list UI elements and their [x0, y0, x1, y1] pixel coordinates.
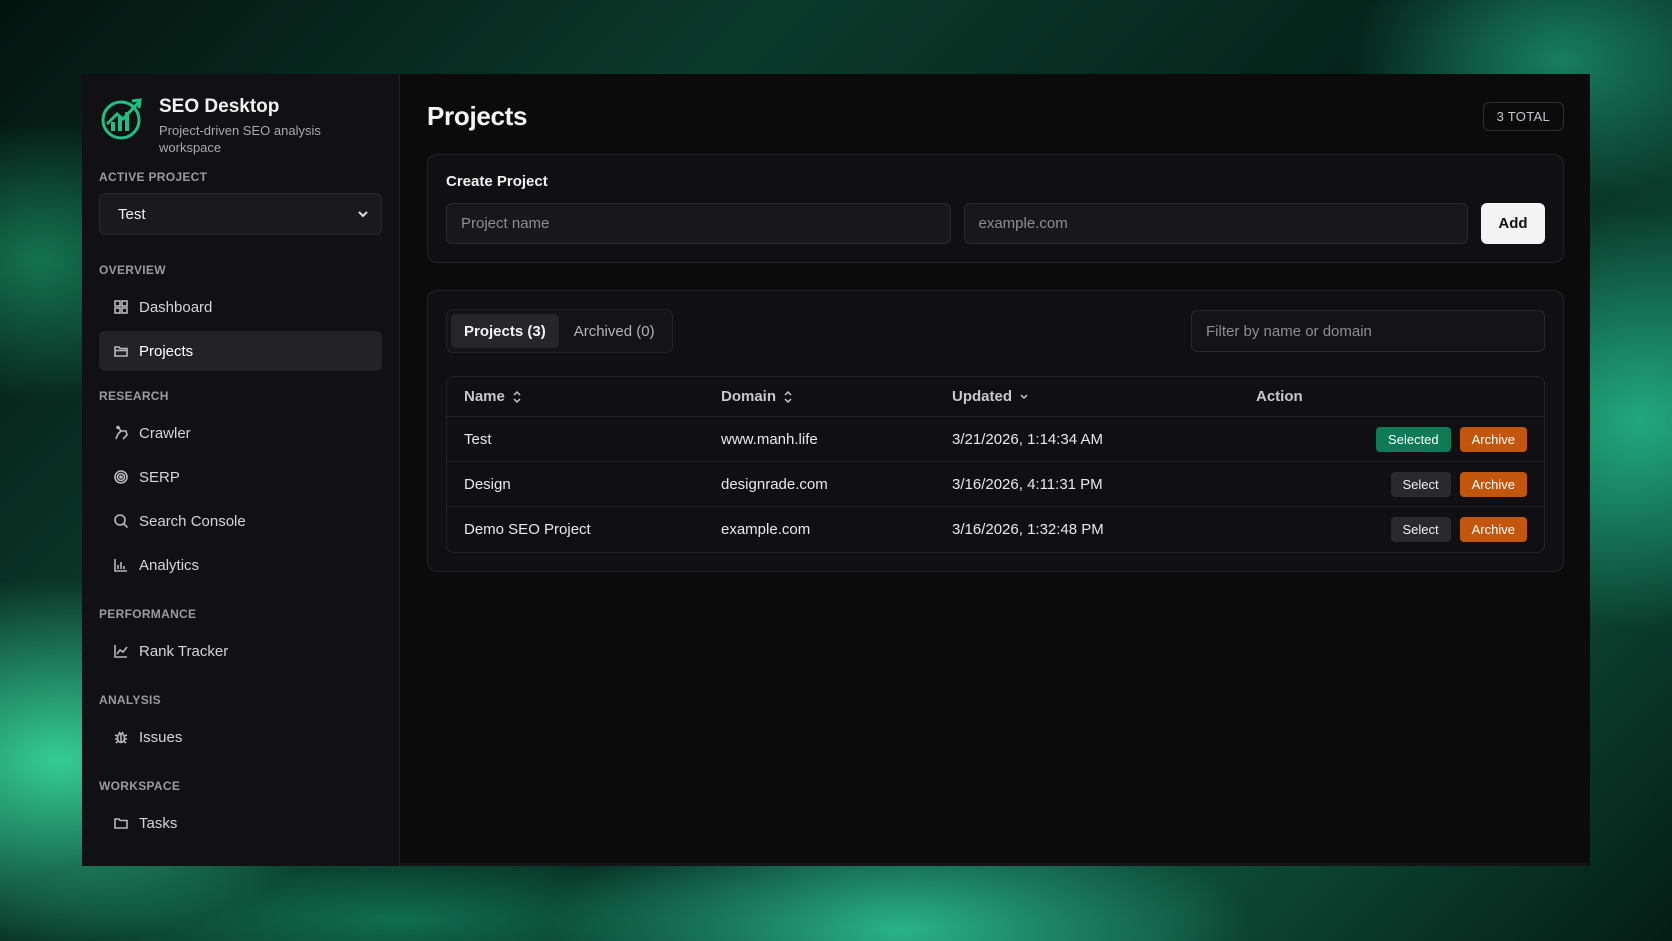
cell-domain: designrade.com — [721, 475, 828, 493]
project-name-input[interactable]: Project name — [446, 203, 951, 244]
sidebar-item-label: Projects — [139, 342, 194, 360]
horizontal-scrollbar[interactable] — [400, 863, 1590, 866]
nav-section-workspace: WORKSPACE — [99, 779, 181, 793]
sidebar-item-label: Search Console — [139, 512, 246, 530]
archive-button[interactable]: Archive — [1459, 426, 1527, 452]
cell-name: Demo SEO Project — [464, 521, 591, 538]
column-header-label: Action — [1256, 388, 1303, 405]
target-icon — [113, 469, 129, 485]
add-project-button[interactable]: Add — [1481, 203, 1545, 244]
column-header-label: Name — [464, 388, 505, 405]
sidebar-item-rank-tracker[interactable]: Rank Tracker — [99, 631, 382, 671]
nav-group-analysis: ANALYSIS Issues — [99, 693, 382, 757]
cell-name: Design — [464, 475, 511, 493]
cell-domain: www.manh.life — [721, 430, 818, 448]
list-toolbar: Projects (3) Archived (0) Filter by name… — [446, 309, 1545, 353]
cell-updated: 3/16/2026, 4:11:31 PM — [952, 475, 1103, 493]
column-header-domain[interactable]: Domain — [721, 388, 952, 405]
sidebar-item-label: SERP — [139, 468, 180, 486]
sidebar-item-label: Analytics — [139, 556, 200, 574]
tab-archived[interactable]: Archived (0) — [561, 314, 668, 348]
sort-icon — [784, 390, 792, 403]
seo-logo-icon — [101, 98, 142, 140]
crawler-icon — [113, 425, 129, 441]
nav-section-performance: PERFORMANCE — [99, 607, 197, 621]
chevron-down-icon — [1020, 393, 1028, 399]
project-tabs: Projects (3) Archived (0) — [446, 309, 673, 353]
nav-section-analysis: ANALYSIS — [99, 693, 161, 707]
projects-list-card: Projects (3) Archived (0) Filter by name… — [427, 290, 1564, 572]
sidebar-item-projects[interactable]: Projects — [99, 331, 382, 371]
sidebar-item-label: Dashboard — [139, 298, 213, 316]
table-header: Name Domain Updated Action — [447, 377, 1544, 417]
app-title: SEO Desktop — [159, 96, 280, 117]
column-header-label: Domain — [721, 388, 777, 405]
cell-updated: 3/16/2026, 1:32:48 PM — [952, 521, 1104, 538]
table-row[interactable]: Design designrade.com 3/16/2026, 4:11:31… — [447, 462, 1544, 507]
filter-input[interactable]: Filter by name or domain — [1191, 310, 1545, 352]
app-window: SEO Desktop Project-driven SEO analysis … — [82, 74, 1590, 866]
nav-group-overview: OVERVIEW Dashboard Projects — [99, 263, 382, 371]
sidebar-item-tasks[interactable]: Tasks — [99, 803, 382, 843]
app-subtitle: Project-driven SEO analysis workspace — [159, 123, 321, 155]
sidebar-item-label: Rank Tracker — [139, 642, 229, 660]
cell-updated: 3/21/2026, 1:14:34 AM — [952, 430, 1103, 448]
active-project-value: Test — [118, 205, 146, 223]
cell-actions: Select Archive — [1256, 517, 1527, 542]
brand: SEO Desktop Project-driven SEO analysis … — [99, 94, 382, 156]
cell-actions: Selected Archive — [1256, 426, 1527, 452]
column-header-updated[interactable]: Updated — [952, 388, 1256, 405]
create-project-title: Create Project — [446, 173, 548, 190]
cell-domain: example.com — [721, 521, 811, 538]
nav-section-overview: OVERVIEW — [99, 263, 166, 277]
table-row[interactable]: Test www.manh.life 3/21/2026, 1:14:34 AM… — [447, 417, 1544, 462]
dashboard-icon — [113, 299, 129, 315]
projects-table: Name Domain Updated Action Test www.manh… — [446, 376, 1545, 553]
page-title: Projects — [427, 100, 528, 131]
selected-button[interactable]: Selected — [1376, 426, 1451, 452]
select-button[interactable]: Select — [1390, 471, 1451, 497]
create-project-card: Create Project Project name example.com … — [427, 154, 1564, 263]
column-header-action: Action — [1256, 388, 1527, 405]
page-header: Projects 3 TOTAL — [427, 100, 1564, 132]
sidebar-item-dashboard[interactable]: Dashboard — [99, 287, 382, 327]
nav-group-research: RESEARCH Crawler SERP Search Console Ana… — [99, 389, 382, 585]
sidebar-item-serp[interactable]: SERP — [99, 457, 382, 497]
create-project-form: Project name example.com Add — [446, 203, 1545, 244]
cell-name: Test — [464, 430, 492, 448]
total-badge: 3 TOTAL — [1482, 101, 1564, 131]
sort-icon — [513, 390, 521, 403]
tab-projects[interactable]: Projects (3) — [451, 314, 559, 348]
archive-button[interactable]: Archive — [1459, 471, 1527, 497]
project-domain-input[interactable]: example.com — [963, 203, 1468, 244]
sidebar-item-label: Issues — [139, 728, 183, 746]
chevron-down-icon — [358, 211, 368, 218]
sidebar-item-label: Tasks — [139, 814, 178, 832]
nav-section-research: RESEARCH — [99, 389, 169, 403]
cell-actions: Select Archive — [1256, 471, 1527, 497]
active-project-label: ACTIVE PROJECT — [99, 170, 208, 184]
sidebar-item-crawler[interactable]: Crawler — [99, 413, 382, 453]
select-button[interactable]: Select — [1390, 517, 1451, 542]
active-project-select[interactable]: Test — [99, 193, 382, 235]
nav-group-workspace: WORKSPACE Tasks — [99, 779, 382, 843]
column-header-name[interactable]: Name — [464, 388, 721, 405]
table-row[interactable]: Demo SEO Project example.com 3/16/2026, … — [447, 507, 1544, 552]
nav-group-performance: PERFORMANCE Rank Tracker — [99, 607, 382, 671]
archive-button[interactable]: Archive — [1459, 517, 1527, 542]
folder-icon — [113, 343, 129, 359]
sidebar: SEO Desktop Project-driven SEO analysis … — [82, 74, 400, 866]
main-content: Projects 3 TOTAL Create Project Project … — [400, 74, 1590, 866]
line-chart-icon — [113, 643, 129, 659]
folder-icon — [113, 815, 129, 831]
sidebar-item-label: Crawler — [139, 424, 191, 442]
sidebar-item-analytics[interactable]: Analytics — [99, 545, 382, 585]
column-header-label: Updated — [952, 388, 1012, 405]
sidebar-item-search-console[interactable]: Search Console — [99, 501, 382, 541]
sidebar-item-issues[interactable]: Issues — [99, 717, 382, 757]
search-icon — [113, 513, 129, 529]
bar-chart-icon — [113, 557, 129, 573]
bug-icon — [113, 729, 129, 745]
